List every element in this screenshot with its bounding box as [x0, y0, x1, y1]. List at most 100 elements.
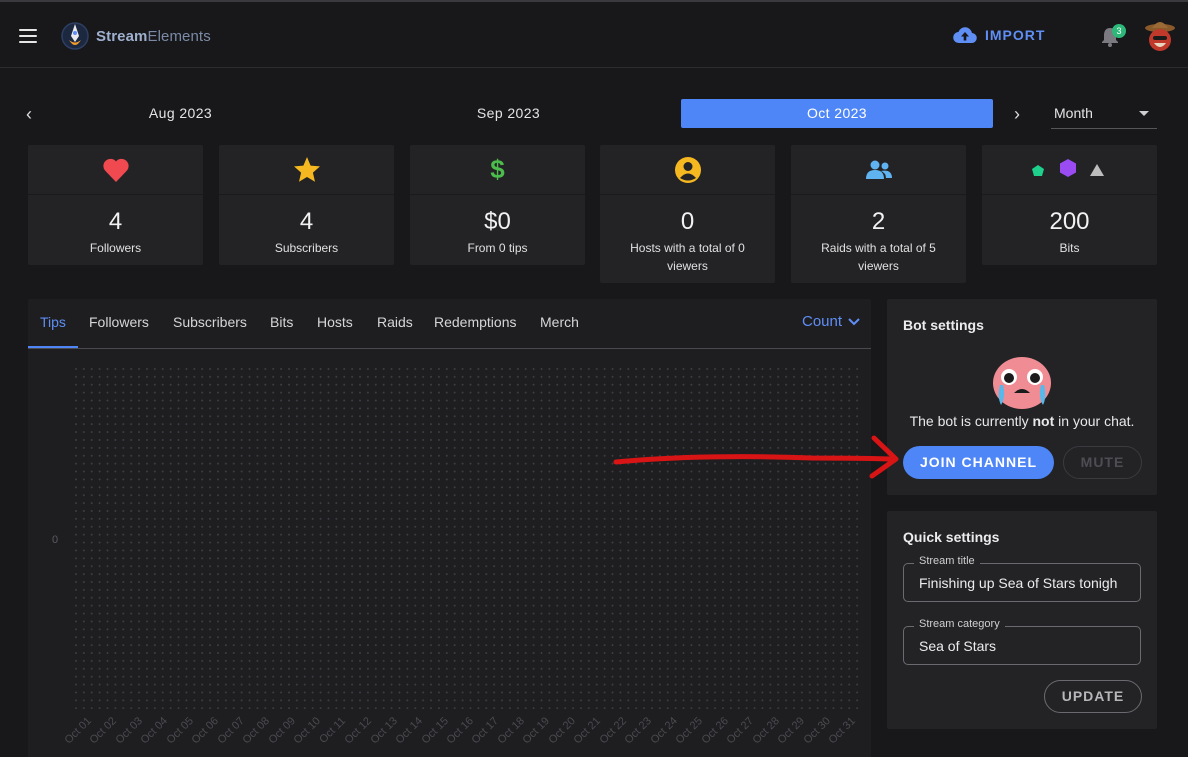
x-tick-label: Oct 04 — [138, 715, 171, 747]
month-oct[interactable]: Oct 2023 — [681, 99, 993, 128]
quick-settings-title: Quick settings — [903, 529, 1000, 545]
chart-tabs: Tips Followers Subscribers Bits Hosts Ra… — [28, 299, 871, 349]
x-tick-label: Oct 07 — [215, 715, 247, 747]
stat-value: 0 — [680, 208, 695, 235]
x-tick-label: Oct 22 — [597, 715, 629, 747]
x-tick-label: Oct 23 — [622, 715, 655, 747]
stat-label: Bits — [1059, 241, 1080, 255]
x-tick-label: Oct 27 — [724, 715, 757, 747]
stat-subscribers: 4 Subscribers — [219, 145, 394, 265]
cloud-upload-icon — [953, 27, 977, 44]
x-tick-label: Oct 08 — [240, 715, 273, 747]
gems-icon — [1031, 158, 1104, 177]
brand-name: StreamElements — [96, 27, 211, 45]
quick-settings-card: Quick settings Stream title Finishing up… — [887, 511, 1157, 729]
period-value: Month — [1054, 105, 1093, 121]
stat-raids: 2 Raids with a total of 5 viewers — [791, 145, 966, 283]
bot-settings-card: Bot settings The bot is currently not in… — [887, 299, 1157, 495]
avatar[interactable] — [1144, 18, 1176, 52]
x-tick-label: Oct 03 — [113, 715, 145, 747]
month-aug[interactable]: Aug 2023 — [102, 99, 259, 128]
stat-label: Followers — [89, 241, 142, 255]
x-tick-label: Oct 16 — [444, 715, 476, 747]
dollar-icon: $ — [490, 154, 505, 184]
import-button[interactable]: IMPORT — [953, 26, 1045, 44]
mute-button[interactable]: MUTE — [1063, 446, 1142, 479]
bot-status-message: The bot is currently not in your chat. — [909, 413, 1135, 429]
logo[interactable]: StreamElements — [60, 20, 211, 52]
stream-category-input[interactable]: Sea of Stars — [919, 638, 1141, 654]
x-tick-label: Oct 30 — [801, 715, 833, 747]
stat-value: $0 — [484, 208, 511, 235]
chart-bars — [72, 365, 862, 709]
join-channel-button[interactable]: JOIN CHANNEL — [903, 446, 1054, 479]
update-button[interactable]: UPDATE — [1044, 680, 1142, 713]
stat-value: 2 — [871, 208, 886, 235]
annotation-arrow-icon — [613, 435, 899, 479]
x-axis-ticks: Oct 01 Oct 02 Oct 03 Oct 04 Oct 05 Oct 06 Oct … — [62, 715, 872, 755]
stat-hosts: 0 Hosts with a total of 0 viewers — [600, 145, 775, 283]
streamelements-logo-icon — [61, 22, 89, 50]
stat-bits: 200 Bits — [982, 145, 1157, 265]
heart-icon — [102, 158, 129, 182]
x-tick-label: Oct 18 — [495, 715, 527, 747]
x-tick-label: Oct 28 — [750, 715, 782, 747]
x-tick-label: Oct 26 — [699, 715, 731, 747]
notification-badge: 3 — [1112, 24, 1126, 38]
x-tick-label: Oct 06 — [189, 715, 222, 747]
active-tab-indicator — [28, 346, 78, 348]
y-tick-label: 0 — [52, 534, 59, 546]
metric-select-value: Count — [802, 313, 843, 330]
stat-value: 4 — [108, 208, 123, 235]
x-tick-label: Oct 21 — [571, 715, 604, 747]
chevron-down-icon — [848, 318, 860, 326]
month-sep[interactable]: Sep 2023 — [431, 99, 586, 128]
tab-merch[interactable]: Merch — [540, 314, 579, 330]
x-tick-label: Oct 29 — [775, 715, 808, 747]
stream-category-field[interactable]: Stream category Sea of Stars — [903, 618, 1141, 665]
user-circle-icon — [674, 156, 701, 183]
prev-chevron-icon[interactable]: ‹ — [26, 104, 32, 125]
activity-chart-panel: Tips Followers Subscribers Bits Hosts Ra… — [28, 299, 871, 757]
x-tick-label: Oct 09 — [266, 715, 298, 747]
x-tick-label: Oct 10 — [291, 715, 323, 747]
stat-value: 4 — [299, 208, 314, 235]
x-tick-label: Oct 24 — [648, 715, 680, 747]
x-tick-label: Oct 31 — [826, 715, 859, 747]
x-tick-label: Oct 19 — [520, 715, 553, 747]
period-select[interactable]: Month — [1051, 99, 1157, 129]
tab-tips[interactable]: Tips — [40, 314, 66, 330]
x-tick-label: Oct 20 — [546, 715, 578, 747]
stat-label: Subscribers — [274, 241, 339, 255]
top-bar: StreamElements IMPORT 3 — [0, 0, 1188, 68]
stat-label: From 0 tips — [467, 241, 528, 255]
crying-bot-icon — [993, 357, 1051, 409]
tab-hosts[interactable]: Hosts — [317, 314, 353, 330]
tab-redemptions[interactable]: Redemptions — [434, 314, 517, 330]
tab-raids[interactable]: Raids — [377, 314, 413, 330]
stream-title-field[interactable]: Stream title Finishing up Sea of Stars t… — [903, 555, 1141, 602]
x-tick-label: Oct 02 — [87, 715, 120, 747]
stream-title-label: Stream title — [914, 555, 980, 567]
import-label: IMPORT — [985, 27, 1046, 43]
stat-tips: $ $0 From 0 tips — [410, 145, 585, 265]
x-tick-label: Oct 12 — [342, 715, 374, 747]
stream-title-input[interactable]: Finishing up Sea of Stars tonigh — [919, 575, 1141, 591]
stat-followers: 4 Followers — [28, 145, 203, 265]
stat-value: 200 — [1049, 208, 1090, 235]
menu-icon[interactable] — [19, 29, 37, 43]
tab-subscribers[interactable]: Subscribers — [173, 314, 247, 330]
metric-select[interactable]: Count — [802, 313, 860, 330]
x-tick-label: Oct 13 — [368, 715, 400, 747]
x-tick-label: Oct 01 — [62, 715, 94, 747]
bot-settings-title: Bot settings — [903, 317, 984, 333]
stream-category-label: Stream category — [914, 618, 1005, 630]
tab-bits[interactable]: Bits — [270, 314, 293, 330]
stat-label: Hosts with a total of 0 viewers — [630, 241, 745, 273]
x-tick-label: Oct 15 — [419, 715, 451, 747]
users-icon — [865, 160, 892, 179]
next-chevron-icon[interactable]: › — [1014, 104, 1020, 125]
caret-down-icon — [1139, 111, 1149, 116]
tab-followers[interactable]: Followers — [89, 314, 149, 330]
x-tick-label: Oct 05 — [164, 715, 196, 747]
